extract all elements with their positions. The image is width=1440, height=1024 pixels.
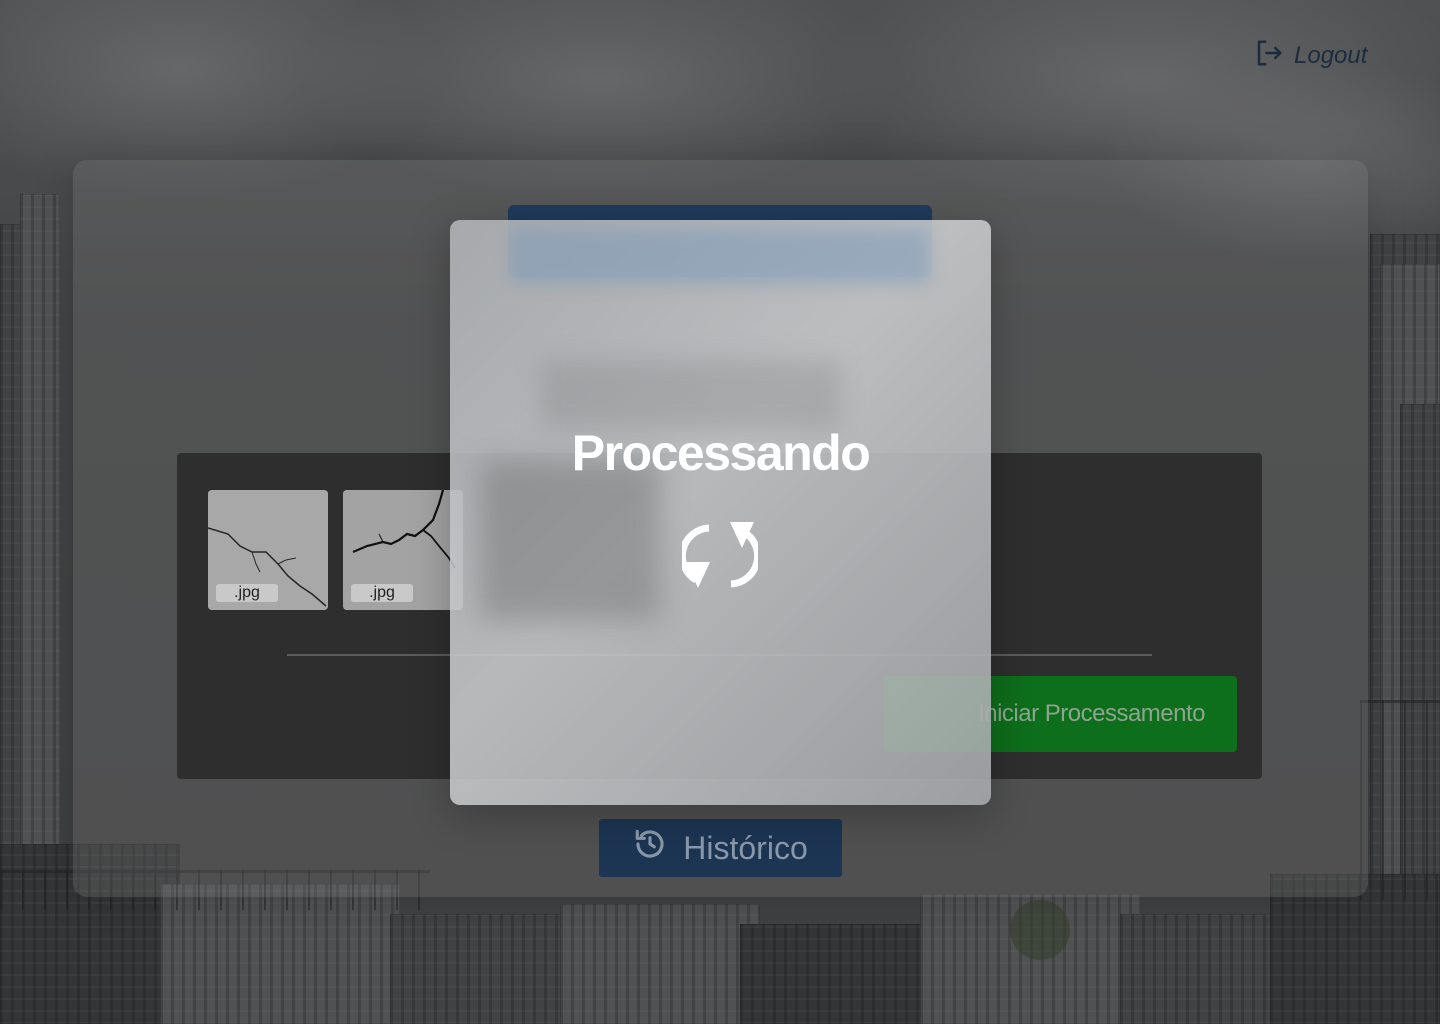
sync-icon (682, 522, 758, 588)
history-button[interactable]: Histórico (599, 819, 842, 877)
processing-modal: Processando (450, 220, 991, 805)
file-extension-label: .jpg (216, 584, 278, 602)
image-thumbnail[interactable]: .jpg (208, 490, 328, 610)
logout-icon (1254, 38, 1284, 75)
modal-title: Processando (571, 425, 871, 481)
history-icon (633, 827, 667, 869)
start-processing-label: Iniciar Processamento (978, 700, 1205, 727)
file-extension-label: .jpg (351, 584, 413, 602)
history-label: Histórico (683, 829, 808, 866)
logout-label: Logout (1294, 42, 1368, 69)
image-thumbnail[interactable]: .jpg (343, 490, 463, 610)
modal-backdrop-blur (540, 360, 840, 430)
modal-backdrop-blur (510, 230, 930, 285)
logout-button[interactable]: Logout (1254, 38, 1374, 74)
modal-backdrop-blur (480, 460, 660, 620)
